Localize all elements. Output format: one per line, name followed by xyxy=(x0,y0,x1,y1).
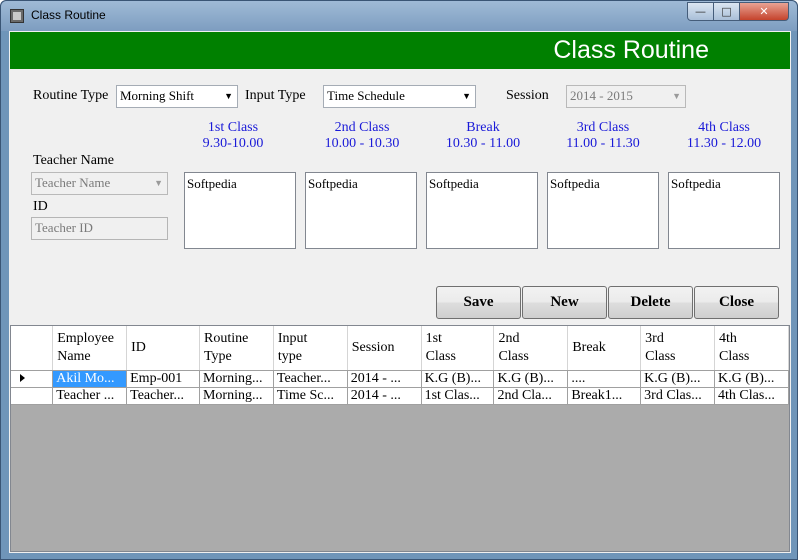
session-select[interactable]: 2014 - 2015 ▼ xyxy=(566,85,686,108)
table-header-row: Employee Name ID Routine Type Input type Se… xyxy=(11,326,789,371)
table-cell[interactable]: 2014 - ... xyxy=(347,387,422,405)
slot-heading-3rd-class: 3rd Class 11.00 - 11.30 xyxy=(543,120,663,152)
table-cell[interactable]: K.G (B)... xyxy=(421,370,495,388)
table-cell[interactable]: 3rd Clas... xyxy=(640,387,716,405)
header-banner: Class Routine xyxy=(10,32,790,69)
form-client-area: Class Routine Routine Type Morning Shift… xyxy=(9,31,791,553)
slot-time: 10.00 - 10.30 xyxy=(324,136,400,151)
table-row[interactable]: Akil Mo... Emp-001 Morning... Teacher...… xyxy=(11,370,789,388)
delete-button[interactable]: Delete xyxy=(608,286,693,319)
row-header[interactable] xyxy=(11,387,54,405)
teacher-id-field[interactable]: Teacher ID xyxy=(31,217,168,240)
routine-type-select[interactable]: Morning Shift ▼ xyxy=(116,85,238,108)
row-header-current[interactable] xyxy=(11,370,54,388)
column-header-employee-name[interactable]: Employee Name xyxy=(52,326,128,371)
routine-data-grid[interactable]: Employee Name ID Routine Type Input type Se… xyxy=(10,325,790,552)
dropdown-arrow-icon: ▼ xyxy=(672,91,681,101)
window-title: Class Routine xyxy=(31,8,106,22)
routine-type-label: Routine Type xyxy=(33,88,109,103)
slot-name: 1st Class xyxy=(207,120,259,135)
slot-time: 10.30 - 11.00 xyxy=(445,136,521,151)
application-window: Class Routine — □ ✕ Class Routine Routin… xyxy=(0,0,798,560)
slot-time: 11.00 - 11.30 xyxy=(566,136,640,151)
slot-time: 9.30-10.00 xyxy=(202,136,264,151)
dropdown-arrow-icon: ▼ xyxy=(462,91,471,101)
new-button[interactable]: New xyxy=(522,286,607,319)
slot-heading-1st-class: 1st Class 9.30-10.00 xyxy=(173,120,293,152)
window-close-button[interactable]: ✕ xyxy=(739,2,789,21)
table-cell[interactable]: Morning... xyxy=(199,387,274,405)
column-header-1st-class[interactable]: 1st Class xyxy=(421,326,495,371)
table-cell[interactable]: Akil Mo... xyxy=(52,370,128,388)
slot-name: Break xyxy=(466,120,500,135)
slot-heading-4th-class: 4th Class 11.30 - 12.00 xyxy=(664,120,784,152)
teacher-name-label: Teacher Name xyxy=(33,153,115,168)
session-label: Session xyxy=(506,88,549,103)
slot-name: 3rd Class xyxy=(576,120,630,135)
teacher-name-select[interactable]: Teacher Name ▼ xyxy=(31,172,168,195)
table-row[interactable]: Teacher ... Teacher... Morning... Time S… xyxy=(11,387,789,405)
slot-heading-break: Break 10.30 - 11.00 xyxy=(423,120,543,152)
table-cell[interactable]: 1st Clas... xyxy=(421,387,495,405)
page-title: Class Routine xyxy=(553,36,709,64)
column-header-2nd-class[interactable]: 2nd Class xyxy=(493,326,569,371)
table-cell[interactable]: .... xyxy=(567,370,642,388)
column-header-session[interactable]: Session xyxy=(347,326,422,371)
table-cell[interactable]: Emp-001 xyxy=(126,370,200,388)
column-header-3rd-class[interactable]: 3rd Class xyxy=(640,326,716,371)
table-cell[interactable]: Teacher... xyxy=(273,370,348,388)
dropdown-arrow-icon: ▼ xyxy=(224,91,233,101)
table-cell[interactable]: Time Sc... xyxy=(273,387,348,405)
table-cell[interactable]: Morning... xyxy=(199,370,274,388)
app-icon xyxy=(10,9,24,23)
dropdown-arrow-icon: ▼ xyxy=(154,178,163,188)
routine-table: Employee Name ID Routine Type Input type Se… xyxy=(11,326,789,405)
minimize-button[interactable]: — xyxy=(687,2,714,21)
teacher-id-placeholder: Teacher ID xyxy=(35,220,93,235)
slot-4th-class-textarea[interactable]: Softpedia xyxy=(668,172,780,249)
table-cell[interactable]: 2014 - ... xyxy=(347,370,422,388)
table-cell[interactable]: Teacher ... xyxy=(52,387,128,405)
table-cell[interactable]: 4th Clas... xyxy=(714,387,789,405)
table-cell[interactable]: K.G (B)... xyxy=(714,370,789,388)
session-value: 2014 - 2015 xyxy=(570,88,633,103)
table-cell[interactable]: K.G (B)... xyxy=(640,370,716,388)
table-cell[interactable]: 2nd Cla... xyxy=(493,387,569,405)
input-type-label: Input Type xyxy=(245,88,306,103)
slot-3rd-class-textarea[interactable]: Softpedia xyxy=(547,172,659,249)
column-header-id[interactable]: ID xyxy=(126,326,200,371)
slot-1st-class-textarea[interactable]: Softpedia xyxy=(184,172,296,249)
slot-break-textarea[interactable]: Softpedia xyxy=(426,172,538,249)
title-bar[interactable]: Class Routine — □ ✕ xyxy=(1,1,797,31)
input-type-select[interactable]: Time Schedule ▼ xyxy=(323,85,476,108)
close-button[interactable]: Close xyxy=(694,286,779,319)
save-button[interactable]: Save xyxy=(436,286,521,319)
table-cell[interactable]: Break1... xyxy=(567,387,642,405)
row-header-corner xyxy=(11,326,54,371)
slot-time: 11.30 - 12.00 xyxy=(686,136,762,151)
input-type-value: Time Schedule xyxy=(327,88,405,103)
column-header-4th-class[interactable]: 4th Class xyxy=(714,326,789,371)
id-label: ID xyxy=(33,199,48,214)
column-header-routine-type[interactable]: Routine Type xyxy=(199,326,274,371)
column-header-input-type[interactable]: Input type xyxy=(273,326,348,371)
maximize-button[interactable]: □ xyxy=(713,2,740,21)
teacher-name-placeholder: Teacher Name xyxy=(35,175,111,190)
routine-type-value: Morning Shift xyxy=(120,88,195,103)
table-cell[interactable]: K.G (B)... xyxy=(493,370,569,388)
slot-name: 2nd Class xyxy=(334,120,390,135)
slot-heading-2nd-class: 2nd Class 10.00 - 10.30 xyxy=(302,120,422,152)
table-cell[interactable]: Teacher... xyxy=(126,387,200,405)
current-row-arrow-icon xyxy=(20,373,25,382)
slot-2nd-class-textarea[interactable]: Softpedia xyxy=(305,172,417,249)
slot-name: 4th Class xyxy=(698,120,750,135)
column-header-break[interactable]: Break xyxy=(567,326,642,371)
